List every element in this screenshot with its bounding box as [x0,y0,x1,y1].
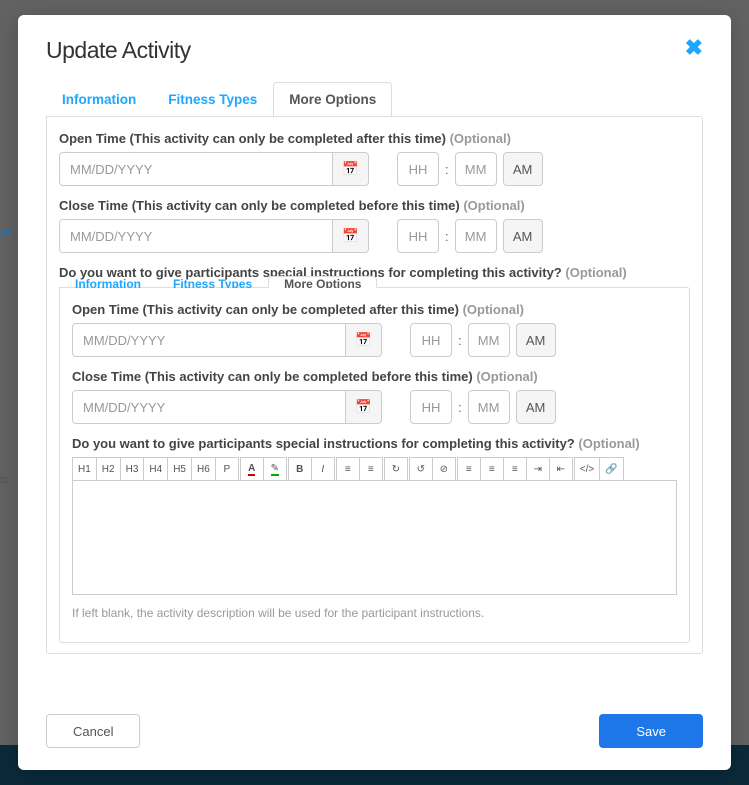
tab-more-options[interactable]: More Options [273,82,392,117]
nested-open-ampm-toggle[interactable]: AM [516,323,556,357]
toolbar-align-left-button[interactable]: ≡ [457,457,481,481]
open-minute-input[interactable] [455,152,497,186]
toolbar-align-right-button[interactable]: ≡ [503,457,527,481]
toolbar-clear-button[interactable]: ⊘ [432,457,456,481]
toolbar-h6-button[interactable]: H6 [191,457,216,481]
close-ampm-toggle[interactable]: AM [503,219,543,253]
instructions-help-text: If left blank, the activity description … [72,606,677,620]
toolbar-outdent-button[interactable]: ⇤ [549,457,573,481]
italic-icon: I [321,464,324,475]
unordered-list-icon: ≡ [368,464,374,475]
update-activity-modal: Update Activity ✖ Information Fitness Ty… [18,15,731,770]
tab-bar: Information Fitness Types More Options [46,82,703,117]
modal-footer: Cancel Save [46,696,703,748]
nested-open-time-label: Open Time (This activity can only be com… [72,302,677,317]
close-minute-input[interactable] [455,219,497,253]
nested-close-date-picker-button[interactable]: 📅 [346,390,382,424]
open-ampm-toggle[interactable]: AM [503,152,543,186]
text-color-icon: A [248,463,255,476]
nested-close-time-label: Close Time (This activity can only be co… [72,369,677,384]
close-hour-input[interactable] [397,219,439,253]
toolbar-text-color-button[interactable]: A [240,457,264,481]
toolbar-h4-button[interactable]: H4 [143,457,168,481]
undo-icon: ↺ [417,464,425,475]
calendar-icon: 📅 [355,399,372,415]
toolbar-h2-button[interactable]: H2 [96,457,121,481]
nested-open-date-picker-button[interactable]: 📅 [346,323,382,357]
toolbar-code-button[interactable]: </> [574,457,600,481]
tab-information[interactable]: Information [46,82,152,117]
clear-icon: ⊘ [440,464,448,475]
toolbar-italic-button[interactable]: I [311,457,335,481]
align-left-icon: ≡ [466,464,472,475]
nested-tab-information[interactable]: Information [59,276,157,288]
background-text-2: to [0,474,9,486]
background-text: pe [0,227,12,239]
ordered-list-icon: ≡ [345,464,351,475]
toolbar-ul-button[interactable]: ≡ [359,457,383,481]
toolbar-indent-button[interactable]: ⇥ [526,457,550,481]
toolbar-h1-button[interactable]: H1 [72,457,97,481]
close-date-picker-button[interactable]: 📅 [333,219,369,253]
bg-color-icon: ✎ [271,463,279,476]
instructions-editor[interactable] [72,480,677,595]
modal-title: Update Activity [46,37,191,64]
close-time-label: Close Time (This activity can only be co… [59,198,690,213]
indent-icon: ⇥ [534,464,542,475]
bold-icon: B [296,464,303,475]
save-button[interactable]: Save [599,714,703,748]
tab-fitness-types[interactable]: Fitness Types [152,82,273,117]
redo-icon: ↻ [392,464,400,475]
instructions-label: Do you want to give participants special… [72,436,677,451]
calendar-icon: 📅 [355,332,372,348]
link-icon: 🔗 [605,464,617,475]
toolbar-bg-color-button[interactable]: ✎ [263,457,287,481]
open-hour-input[interactable] [397,152,439,186]
editor-toolbar: H1 H2 H3 H4 H5 H6 P A ✎ B I [72,457,677,481]
align-center-icon: ≡ [489,464,495,475]
more-options-panel: Open Time (This activity can only be com… [46,116,703,654]
nested-close-hour-input[interactable] [410,390,452,424]
nested-open-hour-input[interactable] [410,323,452,357]
open-date-picker-button[interactable]: 📅 [333,152,369,186]
nested-tab-fitness[interactable]: Fitness Types [157,276,268,288]
toolbar-align-center-button[interactable]: ≡ [480,457,504,481]
toolbar-bold-button[interactable]: B [288,457,312,481]
nested-close-date-input[interactable] [72,390,346,424]
code-icon: </> [580,464,594,475]
toolbar-redo-button[interactable]: ↻ [384,457,408,481]
toolbar-p-button[interactable]: P [215,457,239,481]
nested-open-date-input[interactable] [72,323,346,357]
calendar-icon: 📅 [342,228,359,244]
toolbar-undo-button[interactable]: ↺ [409,457,433,481]
outdent-icon: ⇤ [557,464,565,475]
toolbar-ol-button[interactable]: ≡ [336,457,360,481]
cancel-button[interactable]: Cancel [46,714,140,748]
close-icon[interactable]: ✖ [685,37,703,59]
open-time-label: Open Time (This activity can only be com… [59,131,690,146]
toolbar-link-button[interactable]: 🔗 [599,457,623,481]
close-date-input[interactable] [59,219,333,253]
nested-tab-more[interactable]: More Options [268,276,377,288]
nested-close-ampm-toggle[interactable]: AM [516,390,556,424]
nested-panel: Open Time (This activity can only be com… [59,287,690,643]
toolbar-h3-button[interactable]: H3 [120,457,145,481]
align-right-icon: ≡ [512,464,518,475]
open-date-input[interactable] [59,152,333,186]
nested-close-minute-input[interactable] [468,390,510,424]
calendar-icon: 📅 [342,161,359,177]
toolbar-h5-button[interactable]: H5 [167,457,192,481]
nested-open-minute-input[interactable] [468,323,510,357]
